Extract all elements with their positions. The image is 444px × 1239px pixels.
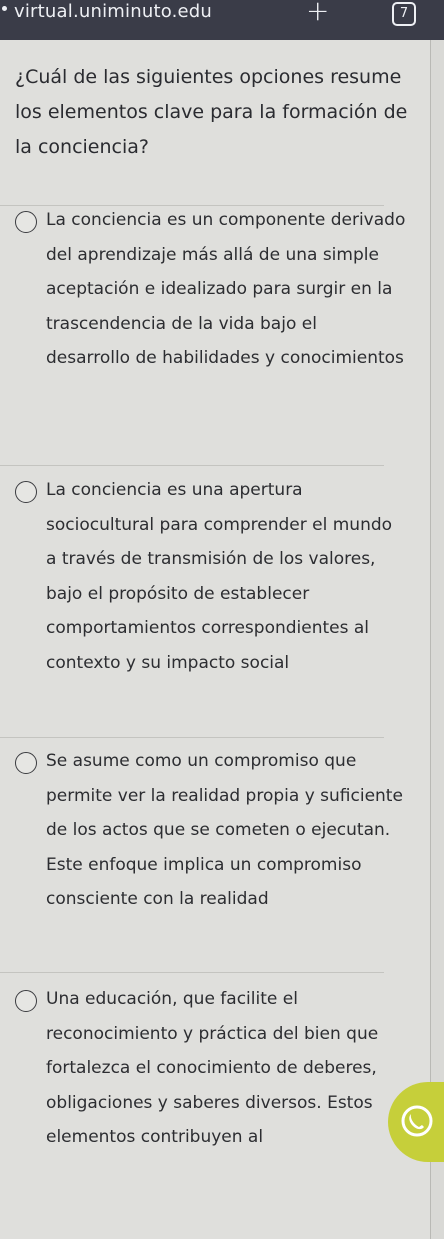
plus-icon[interactable]: + <box>306 0 329 25</box>
radio-button-option-1[interactable] <box>15 211 37 233</box>
radio-button-option-3[interactable] <box>15 752 37 774</box>
option-1-text[interactable]: La conciencia es un componente derivado … <box>46 203 406 376</box>
tab-count-button[interactable]: 7 <box>392 2 416 26</box>
option-4-text[interactable]: Una educación, que facilite el reconocim… <box>46 982 406 1155</box>
whatsapp-icon <box>401 1105 433 1137</box>
radio-button-option-2[interactable] <box>15 481 37 503</box>
radio-button-option-4[interactable] <box>15 990 37 1012</box>
option-2-text[interactable]: La conciencia es una apertura sociocultu… <box>46 473 406 680</box>
divider <box>0 737 384 738</box>
browser-toolbar: virtual.uniminuto.edu + 7 <box>0 0 444 40</box>
divider <box>0 465 384 466</box>
option-3-text[interactable]: Se asume como un compromiso que permite … <box>46 744 406 917</box>
address-bar[interactable]: virtual.uniminuto.edu <box>14 1 212 22</box>
quiz-page: ¿Cuál de las siguientes opciones resume … <box>0 40 431 1239</box>
divider <box>0 972 384 973</box>
secure-indicator-icon <box>2 6 7 11</box>
question-text: ¿Cuál de las siguientes opciones resume … <box>15 66 408 158</box>
